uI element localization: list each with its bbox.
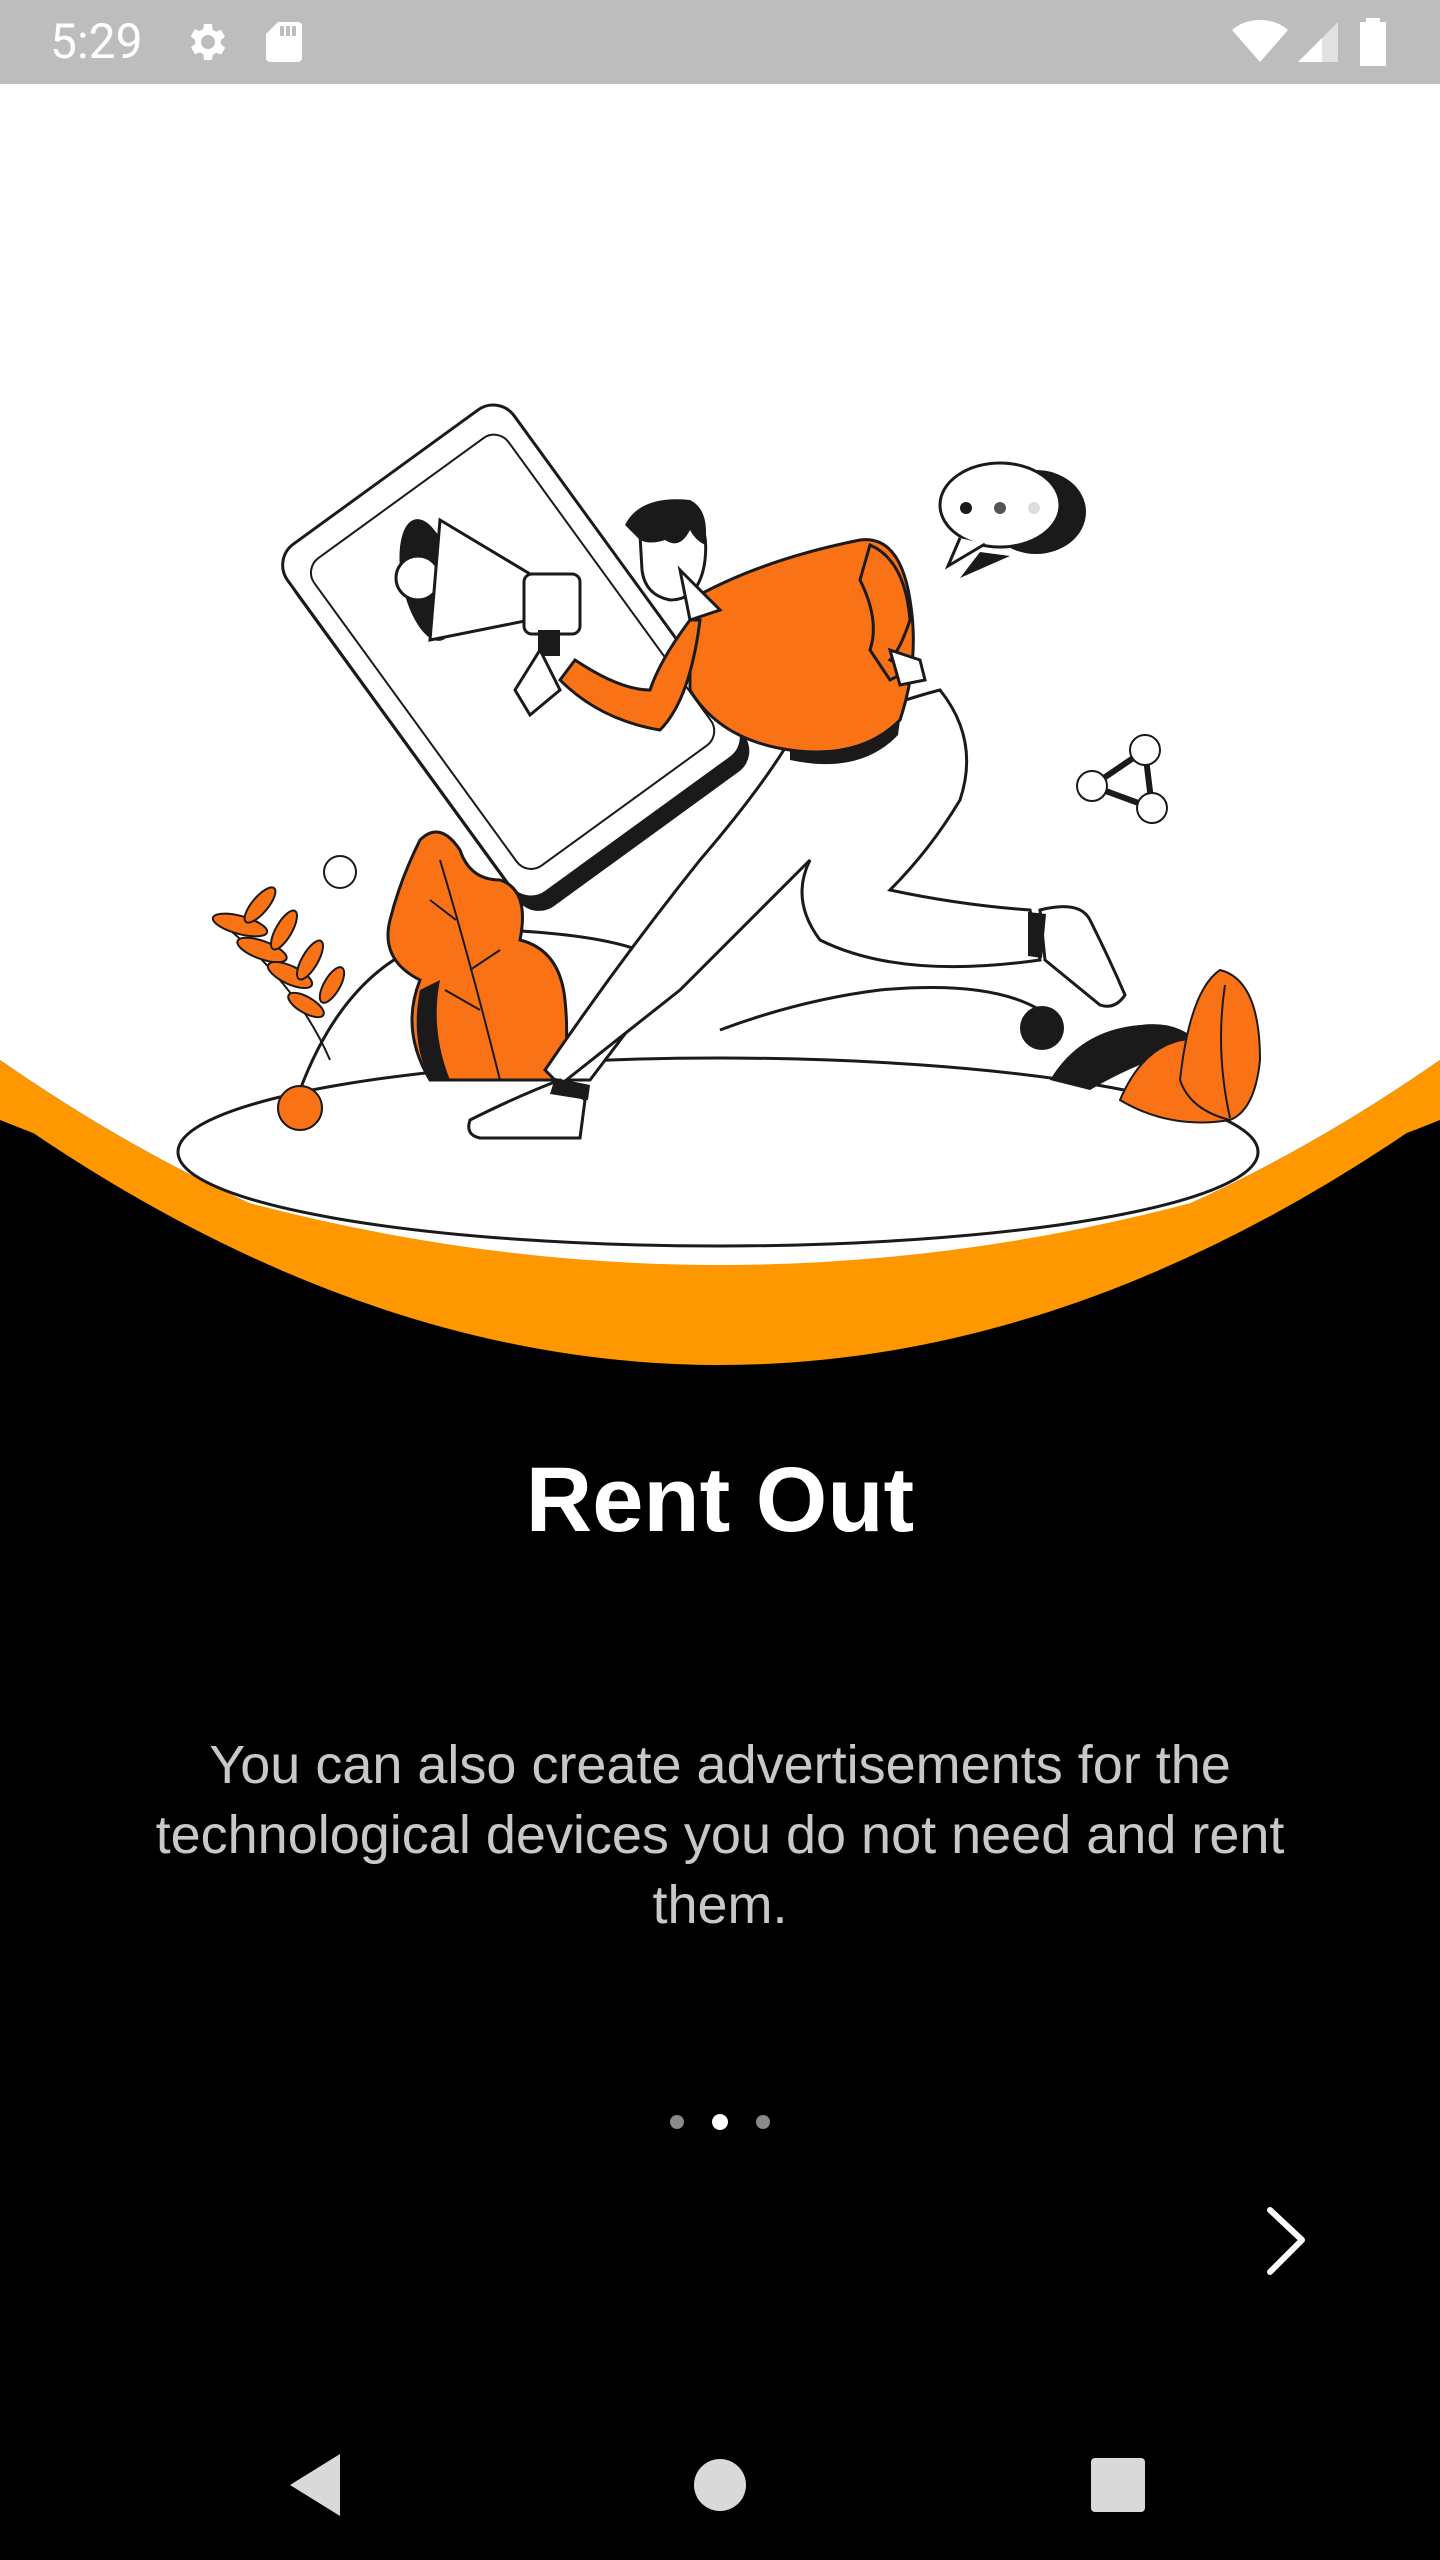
battery-icon — [1360, 18, 1386, 66]
page-dot-1[interactable] — [670, 2115, 684, 2129]
status-bar: 5:29 — [0, 0, 1440, 84]
page-dot-3[interactable] — [756, 2115, 770, 2129]
page-indicator — [0, 2112, 1440, 2132]
gear-icon — [190, 24, 226, 60]
status-time: 5:29 — [50, 13, 143, 70]
sd-card-icon — [266, 22, 302, 62]
cell-signal-icon — [1298, 22, 1338, 62]
back-icon[interactable] — [272, 2440, 362, 2530]
page-dot-2-active[interactable] — [712, 2114, 728, 2130]
onboarding-title: Rent Out — [525, 1449, 915, 1551]
next-button[interactable] — [1240, 2190, 1330, 2290]
onboarding-description: You can also create advertisements for t… — [155, 1735, 1285, 1935]
chevron-right-icon — [1267, 2207, 1305, 2275]
home-icon[interactable] — [675, 2440, 765, 2530]
hero-illustration — [0, 84, 1440, 1365]
recents-icon[interactable] — [1073, 2440, 1163, 2530]
system-nav-bar — [0, 2400, 1440, 2560]
wifi-icon — [1232, 20, 1288, 62]
